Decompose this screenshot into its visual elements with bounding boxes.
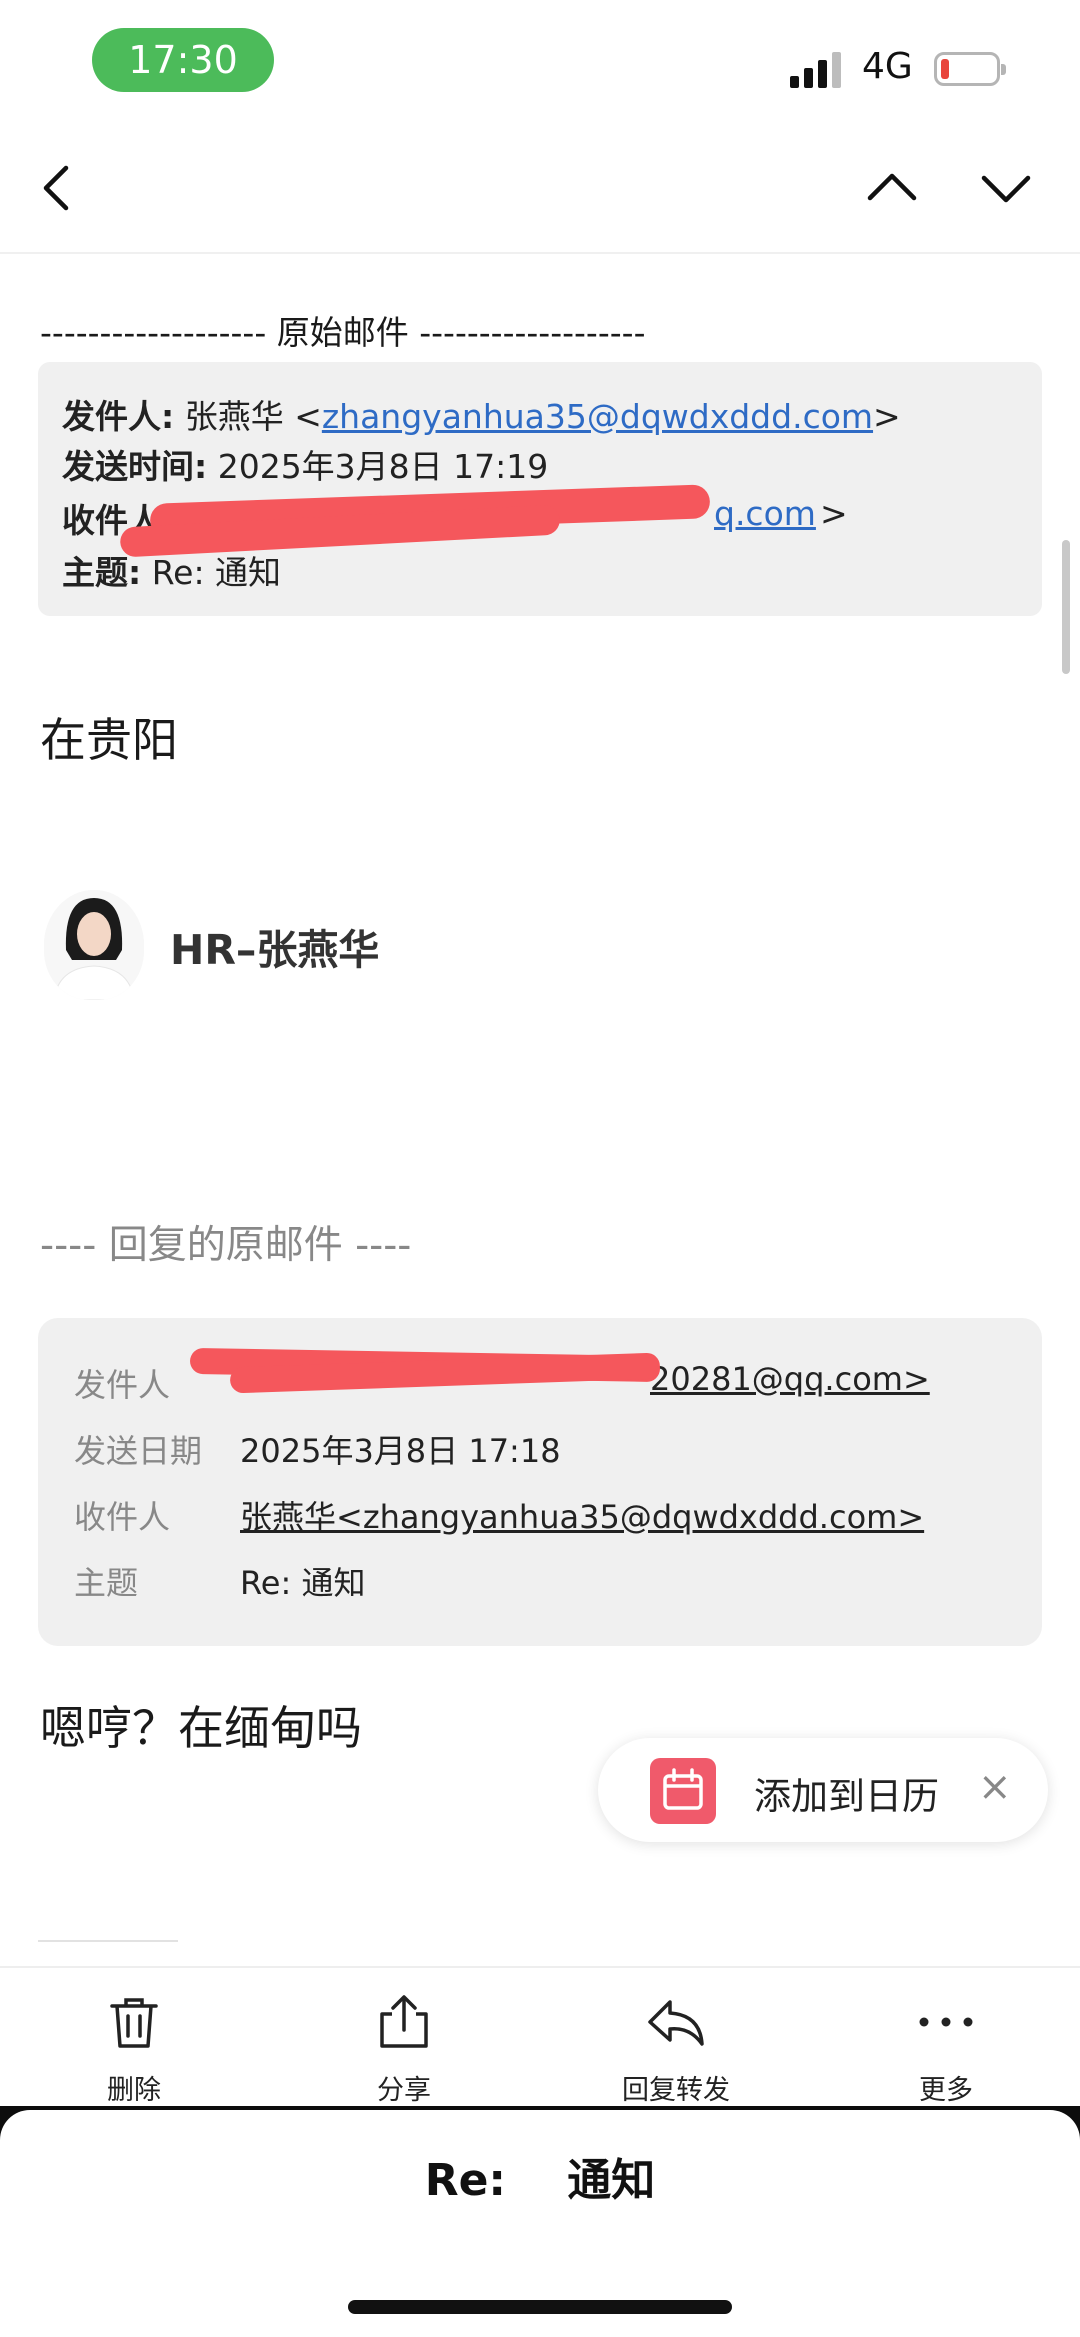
- subject-label: 主题:: [62, 553, 142, 592]
- next-mail-down-icon[interactable]: [976, 158, 1036, 218]
- share-icon: [380, 1995, 428, 2048]
- sent-time-value: 2025年3月8日 17:19: [217, 447, 549, 486]
- add-to-calendar-pill[interactable]: 添加到日历 ×: [598, 1738, 1048, 1842]
- battery-icon: [934, 52, 1006, 86]
- share-button[interactable]: 分享: [304, 1968, 504, 2108]
- divider: [38, 1940, 178, 1942]
- delete-label: 删除: [107, 2075, 161, 2106]
- bottom-sheet[interactable]: Re: 通知: [0, 2110, 1080, 2337]
- reply-subject-value: Re: 通知: [240, 1564, 366, 1602]
- reply-forward-button[interactable]: 回复转发: [576, 1968, 776, 2108]
- status-time: 17:30: [92, 28, 274, 92]
- reply-from-email-link[interactable]: 20281@qq.com>: [650, 1360, 930, 1398]
- back-chevron-icon[interactable]: [30, 158, 90, 218]
- from-name: 张燕华: [184, 397, 284, 436]
- network-type: 4G: [862, 46, 913, 87]
- signature-name: HR–张燕华: [170, 926, 380, 974]
- reply-date-value: 2025年3月8日 17:18: [240, 1432, 561, 1470]
- reply-subject-label: 主题: [74, 1564, 139, 1602]
- mail-body-line: 嗯哼？在缅甸吗: [40, 1701, 362, 1755]
- reply-date-label: 发送日期: [74, 1432, 203, 1470]
- sent-time-label: 发送时间:: [62, 447, 208, 486]
- sheet-title: Re: 通知: [424, 2155, 656, 2206]
- mail-action-toolbar: 删除 分享 回复转发 更多: [0, 1966, 1080, 2108]
- previous-mail-up-icon[interactable]: [862, 158, 922, 218]
- sent-time-row: 发送时间: 2025年3月8日 17:19: [62, 440, 548, 488]
- from-email-link[interactable]: zhangyanhua35@dqwdxddd.com: [322, 397, 873, 436]
- avatar: [44, 890, 144, 1000]
- to-email-link[interactable]: q.com: [714, 494, 816, 533]
- add-to-calendar-label: 添加到日历: [754, 1775, 939, 1818]
- nav-divider: [0, 252, 1080, 254]
- home-indicator[interactable]: [348, 2300, 732, 2314]
- cellular-signal-icon: [790, 52, 841, 88]
- from-label: 发件人:: [62, 397, 175, 436]
- delete-button[interactable]: 删除: [34, 1968, 234, 2108]
- more-label: 更多: [919, 2075, 973, 2106]
- scrollbar[interactable]: [1062, 540, 1070, 674]
- trash-icon: [110, 1998, 158, 2048]
- mail-body-line: 在贵阳: [40, 713, 178, 767]
- share-label: 分享: [377, 2075, 431, 2106]
- original-mail-separator: ------------------- 原始邮件 ---------------…: [40, 313, 646, 352]
- reply-separator: ---- 回复的原邮件 ----: [40, 1223, 412, 1268]
- more-button[interactable]: 更多: [846, 1968, 1046, 2108]
- subject-value: Re: 通知: [151, 553, 282, 592]
- more-dots-icon: [919, 2017, 973, 2027]
- close-icon[interactable]: ×: [978, 1764, 1012, 1810]
- reply-to-label: 收件人: [74, 1498, 171, 1536]
- from-row: 发件人: 张燕华 <zhangyanhua35@dqwdxddd.com>: [62, 397, 901, 436]
- reply-forward-label: 回复转发: [622, 2075, 730, 2106]
- reply-to-email-link[interactable]: 张燕华<zhangyanhua35@dqwdxddd.com>: [240, 1492, 924, 1538]
- calendar-icon: [650, 1758, 716, 1824]
- reply-icon: [648, 2000, 704, 2046]
- reply-from-label: 发件人: [74, 1366, 171, 1404]
